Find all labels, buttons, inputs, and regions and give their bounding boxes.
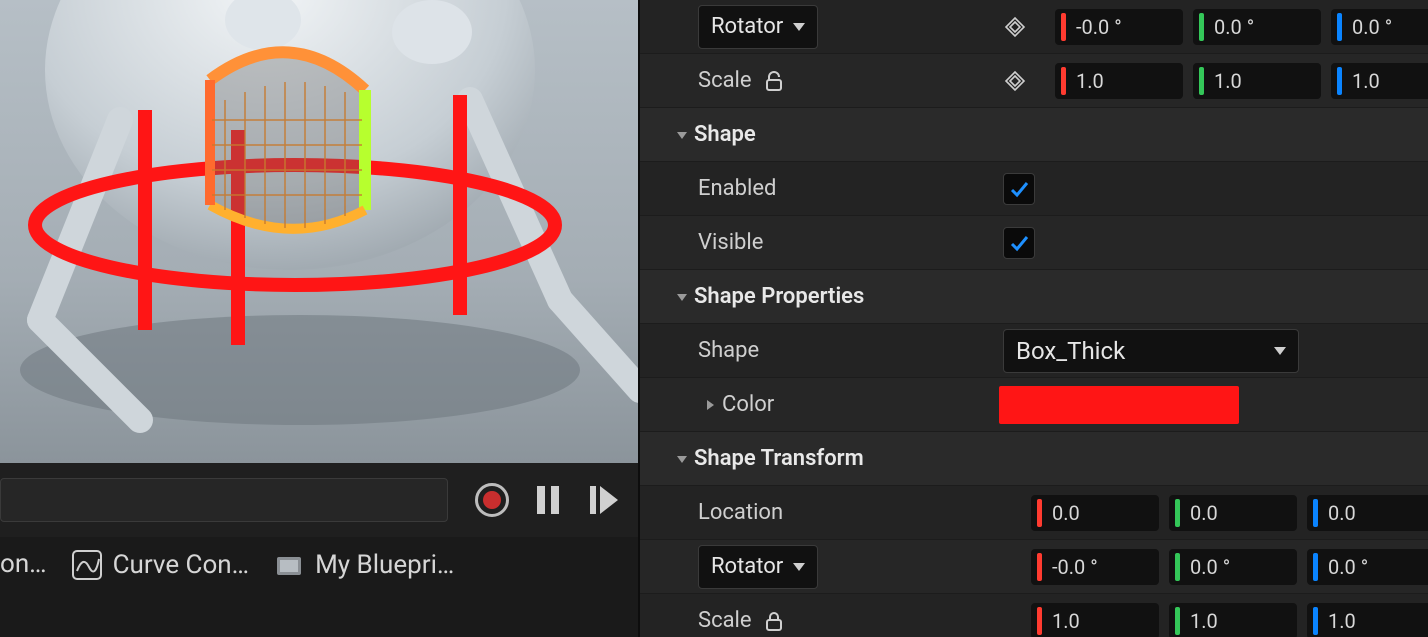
row-st-scale: Scale 1.0 1.0 1.0 [640, 594, 1428, 637]
scale-z-input[interactable]: 1.0 [1331, 63, 1428, 99]
scale-y-input[interactable]: 1.0 [1169, 603, 1297, 637]
chevron-down-icon [670, 290, 694, 304]
rotator-dropdown[interactable]: Rotator [698, 5, 818, 49]
location-vector: 0.0 0.0 0.0 [1031, 495, 1428, 531]
viewport-illustration [0, 0, 638, 463]
scale-y-input[interactable]: 1.0 [1193, 63, 1321, 99]
section-shape-properties[interactable]: Shape Properties [640, 270, 1428, 324]
rotator-z-input[interactable]: 0.0 ° [1307, 549, 1428, 585]
chevron-right-icon[interactable] [698, 398, 722, 412]
row-color: Color [640, 378, 1428, 432]
lock-closed-icon[interactable] [762, 609, 786, 633]
viewport-toolbar [0, 463, 638, 537]
reset-to-default-icon[interactable] [1003, 15, 1027, 39]
section-shape-transform-label: Shape Transform [694, 446, 1428, 471]
scale-vector: 1.0 1.0 1.0 [1031, 603, 1428, 637]
pause-button[interactable] [526, 478, 570, 522]
enabled-checkbox[interactable] [1003, 173, 1035, 205]
tab-label: Curve Con… [113, 550, 249, 580]
details-panel: Rotator -0.0 ° 0.0 ° 0.0 ° Scale [638, 0, 1428, 637]
color-label: Color [722, 392, 774, 417]
section-shape-label: Shape [694, 122, 1428, 147]
row-visible: Visible [640, 216, 1428, 270]
scale-label: Scale [698, 608, 752, 633]
rotator-y-input[interactable]: 0.0 ° [1193, 9, 1321, 45]
rotator-z-input[interactable]: 0.0 ° [1331, 9, 1428, 45]
row-rotator: Rotator -0.0 ° 0.0 ° 0.0 ° [640, 0, 1428, 54]
tab-my-blueprint[interactable]: My Bluepri… [265, 543, 470, 587]
rotator-y-input[interactable]: 0.0 ° [1169, 549, 1297, 585]
scale-z-input[interactable]: 1.0 [1307, 603, 1428, 637]
bottom-tabs: on… Curve Con… My Bluepri… [0, 537, 638, 637]
scale-vector: 1.0 1.0 1.0 [1055, 63, 1428, 99]
blueprint-icon [273, 549, 305, 581]
location-y-input[interactable]: 0.0 [1169, 495, 1297, 531]
step-forward-button[interactable] [582, 478, 626, 522]
scale-x-input[interactable]: 1.0 [1031, 603, 1159, 637]
scale-x-input[interactable]: 1.0 [1055, 63, 1183, 99]
shape-value: Box_Thick [1016, 337, 1125, 365]
section-shape-transform[interactable]: Shape Transform [640, 432, 1428, 486]
lock-open-icon[interactable] [762, 69, 786, 93]
tab-label: My Bluepri… [315, 550, 454, 580]
record-button[interactable] [470, 478, 514, 522]
row-st-location: Location 0.0 0.0 0.0 [640, 486, 1428, 540]
row-enabled: Enabled [640, 162, 1428, 216]
viewport[interactable] [0, 0, 638, 463]
shape-label: Shape [698, 338, 759, 363]
color-swatch[interactable] [999, 386, 1239, 424]
tab-label: on… [0, 549, 47, 579]
location-z-input[interactable]: 0.0 [1307, 495, 1428, 531]
row-shape-type: Shape Box_Thick [640, 324, 1428, 378]
location-label: Location [698, 500, 783, 525]
rotator-vector: -0.0 ° 0.0 ° 0.0 ° [1031, 549, 1428, 585]
curve-icon [71, 549, 103, 581]
section-shape-properties-label: Shape Properties [694, 284, 1428, 309]
rotator-vector: -0.0 ° 0.0 ° 0.0 ° [1055, 9, 1428, 45]
chevron-down-icon [1274, 347, 1286, 355]
rotator-dropdown[interactable]: Rotator [698, 545, 818, 589]
rotator-label: Rotator [711, 554, 783, 579]
shape-dropdown[interactable]: Box_Thick [1003, 329, 1299, 373]
section-shape[interactable]: Shape [640, 108, 1428, 162]
row-scale: Scale 1.0 1.0 1.0 [640, 54, 1428, 108]
record-icon [475, 483, 509, 517]
chevron-down-icon [793, 563, 805, 571]
row-st-rotator: Rotator -0.0 ° 0.0 ° 0.0 ° [640, 540, 1428, 594]
visible-checkbox[interactable] [1003, 227, 1035, 259]
visible-label: Visible [698, 230, 763, 255]
chevron-down-icon [793, 23, 805, 31]
location-x-input[interactable]: 0.0 [1031, 495, 1159, 531]
reset-to-default-icon[interactable] [1003, 69, 1027, 93]
rotator-x-input[interactable]: -0.0 ° [1055, 9, 1183, 45]
left-pane: on… Curve Con… My Bluepri… [0, 0, 638, 637]
tab-truncated-0[interactable]: on… [0, 543, 63, 585]
rotator-label: Rotator [711, 14, 783, 39]
scale-label: Scale [698, 68, 752, 93]
chevron-down-icon [670, 452, 694, 466]
rotator-x-input[interactable]: -0.0 ° [1031, 549, 1159, 585]
chevron-down-icon [670, 128, 694, 142]
timeline-bar[interactable] [0, 478, 448, 522]
tab-curve-console[interactable]: Curve Con… [63, 543, 265, 587]
enabled-label: Enabled [698, 176, 776, 201]
